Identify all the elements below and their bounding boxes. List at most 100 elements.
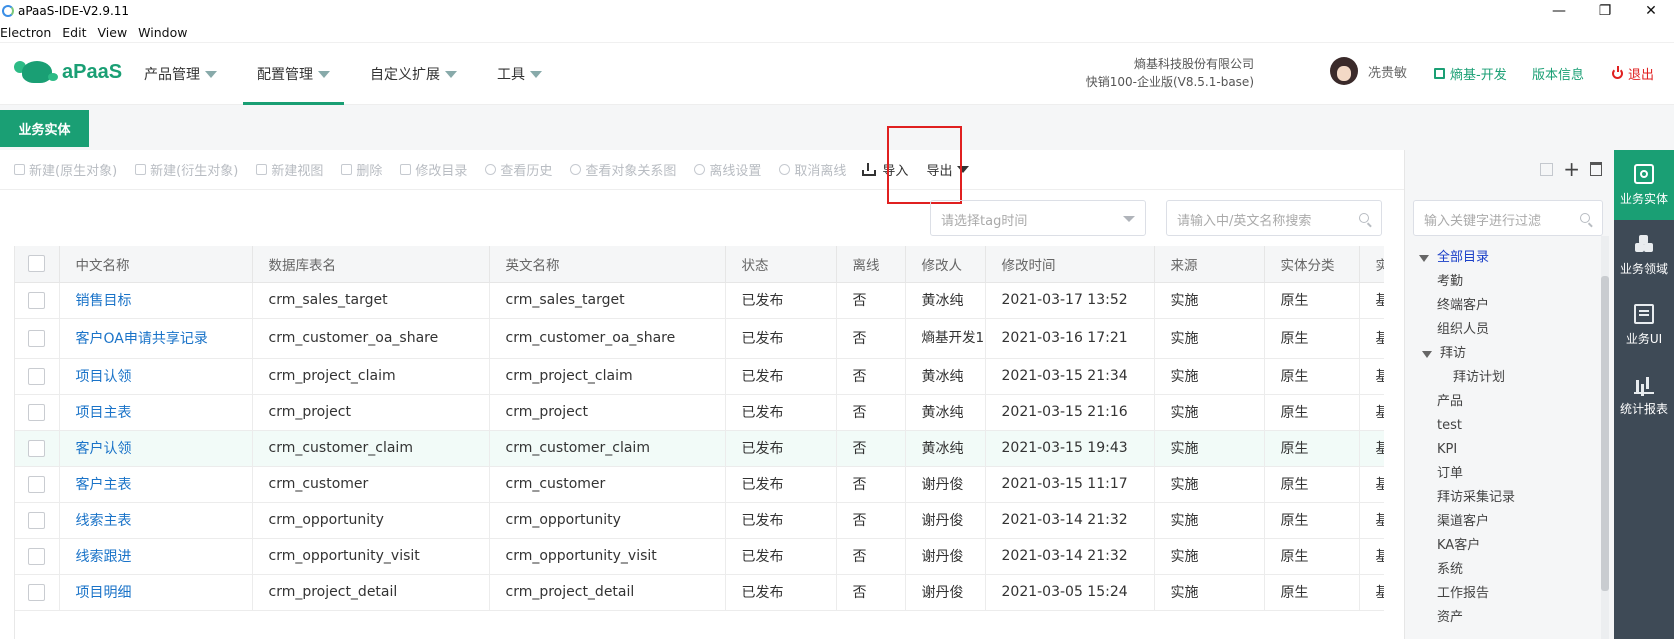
tree-node[interactable]: 拜访计划 — [1419, 366, 1515, 390]
col-source[interactable]: 来源 — [1154, 246, 1265, 283]
minimize-icon[interactable]: — — [1536, 0, 1582, 22]
tree-scrollbar[interactable] — [1601, 236, 1609, 639]
modify-directory-button[interactable]: 修改目录 — [400, 160, 467, 179]
col-db-table[interactable]: 数据库表名 — [252, 246, 490, 283]
entity-cn-name-link[interactable]: 项目主表 — [59, 394, 253, 431]
entity-cn-name-link[interactable]: 线索主表 — [59, 502, 253, 539]
delete-button[interactable]: 删除 — [341, 160, 382, 179]
tree-node[interactable]: 资产 — [1419, 606, 1515, 630]
close-icon[interactable]: ✕ — [1628, 0, 1674, 22]
checkbox[interactable] — [28, 439, 46, 457]
table-row[interactable]: 客户主表 crm_customer crm_customer 已发布否谢丹俊 2021-… — [15, 466, 1384, 503]
checkbox[interactable] — [28, 329, 46, 347]
entity-cn-name-link[interactable]: 客户OA申请共享记录 — [59, 318, 253, 359]
tree-node[interactable]: KPI — [1419, 438, 1515, 462]
entity-cn-name-link[interactable]: 客户认领 — [59, 430, 253, 467]
tree-node[interactable]: 考勤 — [1419, 270, 1515, 294]
nav-custom-extension[interactable]: 自定义扩展 — [356, 43, 471, 105]
environment-switch[interactable]: 熵基-开发 — [1434, 64, 1507, 83]
logout-button[interactable]: 退出 — [1612, 64, 1654, 83]
import-button[interactable]: 导入 — [862, 160, 908, 179]
col-cn-name[interactable]: 中文名称 — [59, 246, 253, 283]
search-icon[interactable] — [1580, 213, 1590, 223]
select-all-checkbox[interactable] — [15, 246, 60, 283]
checkbox[interactable] — [28, 583, 46, 601]
checkbox[interactable] — [28, 511, 46, 529]
table-row[interactable]: 线索跟进 crm_opportunity_visit crm_opportunity… — [15, 538, 1384, 575]
expand-arrow-icon[interactable] — [1419, 254, 1429, 262]
tree-node[interactable]: 渠道客户 — [1419, 510, 1515, 534]
avatar[interactable] — [1330, 57, 1358, 85]
entity-cn-name-link[interactable]: 销售目标 — [59, 282, 253, 319]
module-business-ui[interactable]: 业务UI — [1614, 290, 1674, 360]
maximize-icon[interactable]: ❐ — [1582, 0, 1628, 22]
cancel-offline-button[interactable]: 取消离线 — [779, 160, 846, 179]
table-row[interactable]: 客户OA申请共享记录 crm_customer_oa_share crm_custo… — [15, 318, 1384, 359]
expand-arrow-icon[interactable] — [1422, 350, 1432, 358]
search-icon[interactable] — [1359, 213, 1369, 223]
table-row[interactable]: 项目认领 crm_project_claim crm_project_claim 已发… — [15, 358, 1384, 395]
edit-icon[interactable] — [1540, 162, 1554, 176]
nav-product-management[interactable]: 产品管理 — [130, 43, 231, 105]
export-dropdown[interactable]: 导出 — [926, 160, 970, 179]
tree-node[interactable]: 终端客户 — [1419, 294, 1515, 318]
col-entity-category[interactable]: 实体分类 — [1264, 246, 1360, 283]
table-row[interactable]: 项目明细 crm_project_detail crm_project_detail… — [15, 574, 1384, 611]
tree-node[interactable]: KA客户 — [1419, 534, 1515, 558]
view-relation-graph-button[interactable]: 查看对象关系图 — [570, 160, 676, 179]
tree-node[interactable]: 工作报告 — [1419, 582, 1515, 606]
row-checkbox[interactable] — [15, 466, 60, 503]
row-checkbox[interactable] — [15, 358, 60, 395]
menu-view[interactable]: View — [98, 25, 135, 40]
col-en-name[interactable]: 英文名称 — [489, 246, 726, 283]
menu-electron[interactable]: Electron — [0, 25, 58, 40]
scrollbar-thumb[interactable] — [1601, 276, 1609, 591]
version-info-link[interactable]: 版本信息 — [1532, 64, 1584, 83]
logo[interactable]: aPaaS — [14, 55, 122, 89]
row-checkbox[interactable] — [15, 394, 60, 431]
tab-business-entity[interactable]: 业务实体 — [0, 110, 89, 147]
entity-cn-name-link[interactable]: 客户主表 — [59, 466, 253, 503]
tree-node[interactable]: 产品 — [1419, 390, 1515, 414]
entity-cn-name-link[interactable]: 线索跟进 — [59, 538, 253, 575]
tree-node-visit[interactable]: 拜访 — [1419, 342, 1515, 366]
menu-window[interactable]: Window — [138, 25, 194, 40]
name-search-input[interactable]: 请输入中/英文名称搜索 — [1166, 200, 1382, 236]
table-row[interactable]: 线索主表 crm_opportunity crm_opportunity 已发布否谢丹… — [15, 502, 1384, 539]
user-menu[interactable]: 冼贵敏 — [1330, 57, 1407, 85]
new-native-object-button[interactable]: 新建(原生对象) — [14, 160, 117, 179]
row-checkbox[interactable] — [15, 318, 60, 359]
col-modifier[interactable]: 修改人 — [905, 246, 986, 283]
table-row[interactable]: 销售目标 crm_sales_target crm_sales_target 已发布否… — [15, 282, 1384, 319]
tree-node-root[interactable]: 全部目录 — [1419, 246, 1515, 270]
table-row[interactable]: 客户认领 crm_customer_claim crm_customer_claim… — [15, 430, 1384, 467]
entity-cn-name-link[interactable]: 项目明细 — [59, 574, 253, 611]
checkbox[interactable] — [28, 403, 46, 421]
entity-cn-name-link[interactable]: 项目认领 — [59, 358, 253, 395]
user-name[interactable]: 冼贵敏 — [1368, 62, 1407, 81]
col-extra[interactable]: 实 — [1359, 246, 1384, 283]
tree-node[interactable]: test — [1419, 414, 1515, 438]
module-business-domain[interactable]: 业务领域 — [1614, 220, 1674, 290]
tree-node[interactable]: 系统 — [1419, 558, 1515, 582]
table-row[interactable]: 项目主表 crm_project crm_project 已发布否黄冰纯 2021-03… — [15, 394, 1384, 431]
tag-time-select[interactable]: 请选择tag时间 — [930, 200, 1146, 236]
checkbox[interactable] — [28, 547, 46, 565]
module-business-entity[interactable]: 业务实体 — [1614, 150, 1674, 220]
col-modified-time[interactable]: 修改时间 — [985, 246, 1155, 283]
checkbox[interactable] — [28, 291, 46, 309]
view-history-button[interactable]: 查看历史 — [485, 160, 552, 179]
row-checkbox[interactable] — [15, 430, 60, 467]
offline-settings-button[interactable]: 离线设置 — [694, 160, 761, 179]
checkbox[interactable] — [28, 475, 46, 493]
menu-edit[interactable]: Edit — [62, 25, 93, 40]
trash-icon[interactable] — [1590, 162, 1602, 176]
row-checkbox[interactable] — [15, 538, 60, 575]
add-icon[interactable]: + — [1563, 159, 1580, 179]
checkbox[interactable] — [28, 367, 46, 385]
tree-node[interactable]: 拜访采集记录 — [1419, 486, 1515, 510]
module-statistics-report[interactable]: 统计报表 — [1614, 360, 1674, 430]
nav-config-management[interactable]: 配置管理 — [243, 43, 344, 105]
nav-tools[interactable]: 工具 — [483, 43, 556, 105]
new-derived-object-button[interactable]: 新建(衍生对象) — [135, 160, 238, 179]
